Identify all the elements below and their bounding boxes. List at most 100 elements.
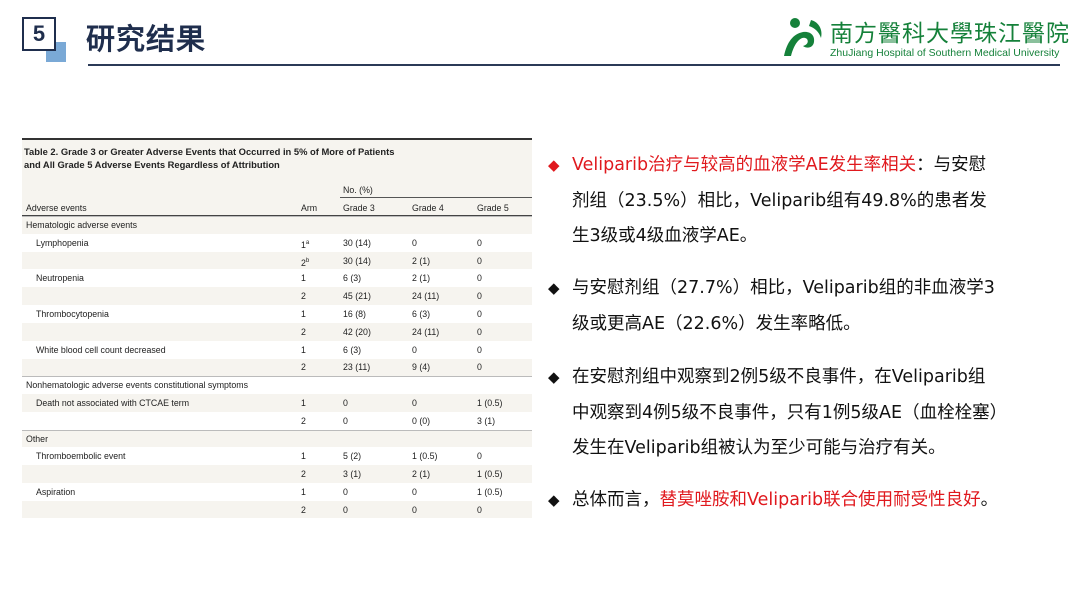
finding-item: ◆ Veliparib治疗与较高的血液学AE发生率相关：与安慰剂组（23.5%）相… — [548, 148, 1063, 255]
hospital-logo-icon — [784, 18, 822, 56]
hospital-logo-en: ZhuJiang Hospital of Southern Medical Un… — [830, 47, 1060, 59]
hospital-logo-cn: 南方醫科大學珠江醫院 — [830, 21, 1070, 47]
table-cell-grade5: 0 — [477, 451, 482, 462]
finding-line: 中观察到4例5级不良事件，只有1例5级AE（血栓栓塞） — [572, 396, 1063, 432]
diamond-bullet-icon: ◆ — [548, 491, 560, 509]
finding-text: 在安慰剂组中观察到2例5级不良事件，在Veliparib组中观察到4例5级不良事… — [572, 360, 1063, 467]
table-cell-grade5: 0 — [477, 273, 482, 284]
diamond-bullet-icon: ◆ — [548, 156, 560, 174]
table-cell-grade4: 0 — [412, 344, 417, 355]
table-cell-grade3: 6 (3) — [343, 273, 362, 284]
table-cell-arm: 2b — [301, 257, 310, 268]
row-band — [22, 233, 532, 252]
table-cell-grade4: 0 — [412, 398, 417, 408]
table-cell-arm: 1 — [301, 451, 306, 462]
plain-text: 总体而言， — [572, 490, 660, 510]
table-cell-grade4: 6 (3) — [412, 309, 431, 319]
table-cell-grade5: 0 — [477, 362, 482, 373]
table-cell-grade4: 2 (1) — [412, 469, 431, 480]
col-header-grade4: Grade 4 — [412, 203, 444, 213]
plain-text: 。 — [980, 490, 999, 510]
row-band — [22, 411, 532, 430]
arm-footnote-marker: b — [305, 257, 310, 264]
table-cell-grade5: 0 — [477, 255, 482, 266]
table-cell-arm: 1 — [301, 273, 306, 284]
finding-line: 生3级或4级血液学AE。 — [572, 219, 1063, 255]
table-cell-grade4: 0 — [412, 487, 417, 497]
table-cell-grade3: 0 — [343, 415, 348, 426]
table-cell-grade3: 16 (8) — [343, 309, 366, 319]
table-cell-event: Thrombocytopenia — [36, 309, 109, 319]
table-cell-arm: 1 — [301, 398, 306, 408]
table-group-label: Nonhematologic adverse events constituti… — [26, 380, 248, 391]
finding-item: ◆ 在安慰剂组中观察到2例5级不良事件，在Veliparib组中观察到4例5级不良… — [548, 360, 1063, 467]
finding-line: 在安慰剂组中观察到2例5级不良事件，在Veliparib组 — [572, 360, 1063, 396]
plain-text: 生3级或4级血液学AE。 — [572, 226, 758, 246]
table-cell-grade3: 0 — [343, 487, 348, 497]
table-cell-arm: 1 — [301, 344, 306, 355]
finding-line: Veliparib治疗与较高的血液学AE发生率相关：与安慰 — [572, 148, 1063, 184]
table-cell-grade4: 1 (0.5) — [412, 451, 438, 462]
table-cell-grade5: 3 (1) — [477, 415, 496, 426]
adverse-events-table: Table 2. Grade 3 or Greater Adverse Even… — [22, 138, 532, 518]
table-cell-grade4: 0 — [412, 504, 417, 515]
table-cell-arm: 1 — [301, 309, 306, 319]
table-cell-grade5: 1 (0.5) — [477, 469, 503, 480]
column-group-header: No. (%) — [343, 185, 373, 195]
plain-text: 中观察到4例5级不良事件，只有1例5级AE（血栓栓塞） — [572, 402, 1008, 423]
table-cell-grade4: 24 (11) — [412, 326, 440, 337]
col-header-grade3: Grade 3 — [343, 203, 375, 213]
table-caption-line-1: Table 2. Grade 3 or Greater Adverse Even… — [24, 146, 395, 157]
table-cell-grade3: 0 — [343, 398, 348, 408]
title-divider — [88, 64, 1060, 66]
row-band — [22, 269, 532, 288]
finding-text: 与安慰剂组（27.7%）相比，Veliparib组的非血液学3 级或更高AE（22… — [572, 271, 1063, 342]
table-cell-grade5: 0 — [477, 344, 482, 355]
finding-item: ◆ 总体而言，替莫唑胺和Veliparib联合使用耐受性良好。 — [548, 483, 1063, 519]
table-cell-arm: 1a — [301, 239, 310, 250]
finding-line: 剂组（23.5%）相比，Veliparib组有49.8%的患者发 — [572, 184, 1063, 220]
plain-text: ：与安慰 — [916, 155, 987, 175]
table-caption-line-2: and All Grade 5 Adverse Events Regardles… — [24, 159, 280, 170]
table-cell-grade4: 0 — [412, 237, 417, 248]
page-title: 研究结果 — [86, 22, 207, 56]
table-cell-event: Aspiration — [36, 487, 76, 497]
table-cell-grade3: 3 (1) — [343, 469, 362, 480]
arm-footnote-marker: a — [305, 239, 310, 246]
highlighted-text: 替莫唑胺和Veliparib联合使用耐受性良好 — [659, 490, 981, 510]
table-cell-grade5: 0 — [477, 291, 482, 302]
table-cell-event: Neutropenia — [36, 273, 84, 284]
table-cell-grade5: 1 (0.5) — [477, 487, 503, 497]
finding-text: Veliparib治疗与较高的血液学AE发生率相关：与安慰剂组（23.5%）相比… — [572, 148, 1063, 255]
group-divider — [22, 216, 532, 217]
table-cell-event: Thromboembolic event — [36, 451, 126, 462]
table-cell-arm: 1 — [301, 487, 306, 497]
finding-line: 级或更高AE（22.6%）发生率略低。 — [572, 307, 1063, 343]
table-cell-grade4: 9 (4) — [412, 362, 431, 373]
table-cell-grade4: 24 (11) — [412, 291, 440, 302]
table-cell-grade3: 5 (2) — [343, 451, 362, 462]
table-group-label: Hematologic adverse events — [26, 220, 137, 230]
table-cell-arm: 2 — [301, 469, 306, 480]
table-cell-grade3: 0 — [343, 504, 348, 515]
diamond-bullet-icon: ◆ — [548, 368, 560, 386]
table-cell-grade4: 2 (1) — [412, 255, 431, 266]
table-top-rule — [22, 138, 532, 140]
table-cell-grade5: 1 (0.5) — [477, 398, 503, 408]
col-header-event: Adverse events — [26, 203, 87, 213]
table-cell-grade3: 6 (3) — [343, 344, 362, 355]
table-cell-arm: 2 — [301, 415, 306, 426]
table-caption: Table 2. Grade 3 or Greater Adverse Even… — [24, 145, 524, 171]
table-cell-grade3: 30 (14) — [343, 255, 371, 266]
row-band — [22, 483, 532, 501]
plain-text: 剂组（23.5%）相比，Veliparib组有49.8%的患者发 — [572, 190, 987, 211]
table-cell-grade3: 45 (21) — [343, 291, 371, 302]
section-number: 5 — [22, 17, 56, 51]
finding-line: 发生在Veliparib组被认为至少可能与治疗有关。 — [572, 431, 1063, 467]
table-cell-grade3: 23 (11) — [343, 362, 371, 373]
table-cell-grade5: 0 — [477, 326, 482, 337]
finding-line: 与安慰剂组（27.7%）相比，Veliparib组的非血液学3 — [572, 271, 1063, 307]
table-cell-grade5: 0 — [477, 504, 482, 515]
table-cell-event: Lymphopenia — [36, 237, 89, 248]
table-cell-grade5: 0 — [477, 237, 482, 248]
